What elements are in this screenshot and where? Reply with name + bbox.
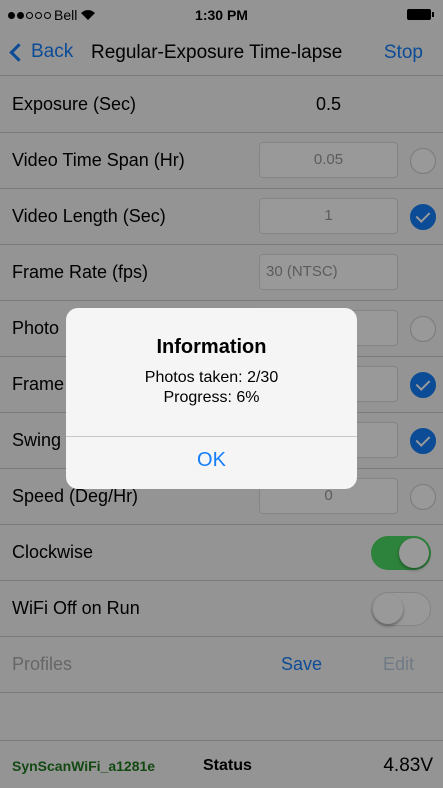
progress-text: Progress: 6% xyxy=(163,389,260,406)
ok-button[interactable]: OK xyxy=(66,449,357,472)
information-alert: Information Photos taken: 2/30 Progress:… xyxy=(66,308,357,489)
alert-title: Information xyxy=(156,336,267,358)
alert-divider xyxy=(66,436,357,437)
alert-message: Photos taken: 2/30 Progress: 6% xyxy=(66,368,357,408)
photos-taken-text: Photos taken: 2/30 xyxy=(144,369,279,386)
